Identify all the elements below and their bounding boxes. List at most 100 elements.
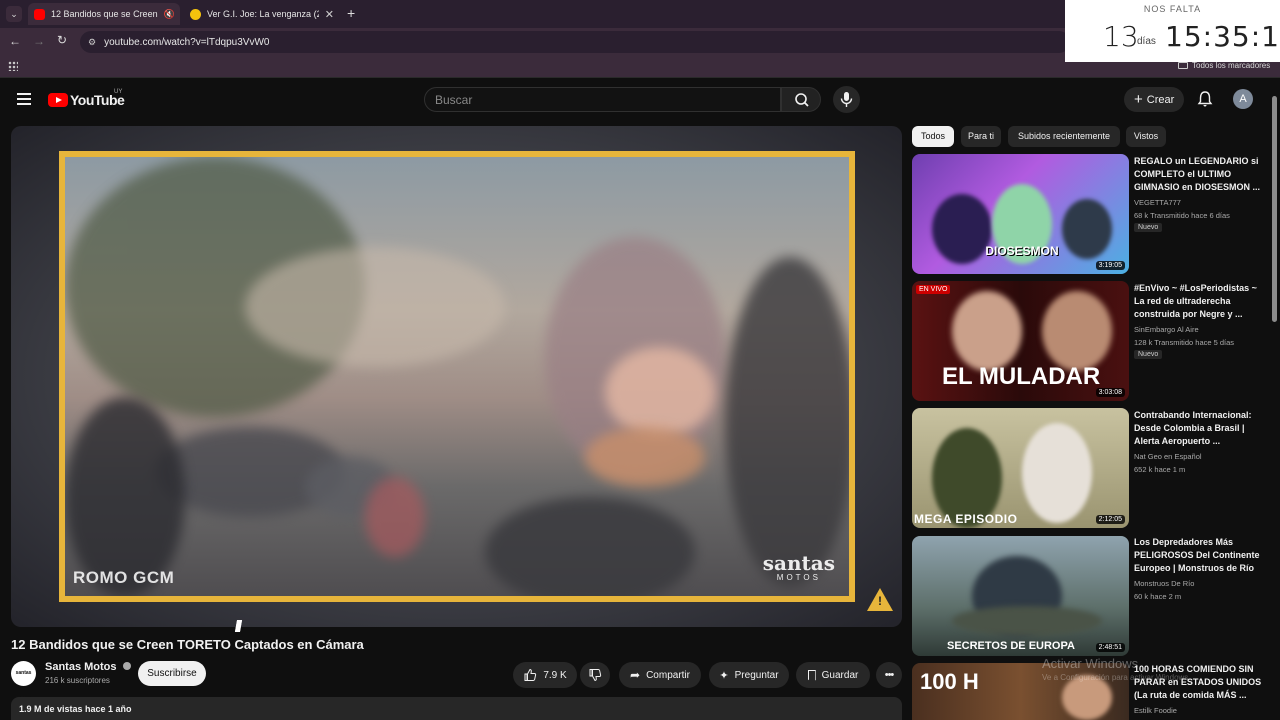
bell-icon xyxy=(1197,91,1213,107)
apps-grid-icon[interactable] xyxy=(8,61,18,71)
recommendation-meta: 60 k hace 2 m xyxy=(1134,592,1182,601)
recommendation-thumbnail[interactable]: DIOSESMON 3:19:05 xyxy=(912,154,1129,274)
more-icon: ••• xyxy=(884,669,895,681)
thumbnail-caption: SECRETOS DE EUROPA xyxy=(947,640,1075,652)
recommendation-thumbnail[interactable]: 100 H xyxy=(912,663,1129,720)
countdown-widget: NOS FALTA 13 días 15:35:18 xyxy=(1065,0,1280,62)
account-avatar[interactable]: A xyxy=(1233,89,1253,109)
close-tab-icon[interactable]: ✕ xyxy=(325,8,334,21)
video-frame: ROMO GCM santas MOTOS xyxy=(59,151,855,602)
recommendation-title[interactable]: 100 HORAS COMIENDO SIN PARAR en ESTADOS … xyxy=(1134,663,1269,702)
forward-icon[interactable]: → xyxy=(33,34,45,48)
save-button[interactable]: Guardar xyxy=(796,662,870,688)
recommendation-title[interactable]: REGALO un LEGENDARIO si COMPLETO el ULTI… xyxy=(1134,155,1269,194)
folder-icon xyxy=(1178,62,1188,69)
subscriber-count: 216 k suscriptores xyxy=(45,676,110,685)
description-box[interactable]: 1.9 M de vistas hace 1 año xyxy=(11,697,902,720)
save-label: Guardar xyxy=(821,669,859,681)
recommendation-meta: 128 k Transmitido hace 5 días xyxy=(1134,338,1235,347)
recommendation-thumbnail[interactable]: EN VIVO EL MULADAR 3:03:08 xyxy=(912,281,1129,401)
warning-icon: ! xyxy=(867,588,893,611)
tab-youtube[interactable]: 12 Bandidos que se Creen 🔇 ✕ xyxy=(28,3,180,25)
ask-button[interactable]: ✦ Preguntar xyxy=(709,662,789,688)
chip-recently-uploaded[interactable]: Subidos recientemente xyxy=(1008,126,1120,147)
chip-all[interactable]: Todos xyxy=(912,126,954,147)
chip-for-you[interactable]: Para ti xyxy=(961,126,1001,147)
recommendation-channel[interactable]: SinEmbargo Al Aire xyxy=(1134,323,1269,336)
create-button[interactable]: + Crear xyxy=(1124,87,1184,112)
channel-name-text: Santas Motos xyxy=(45,661,117,673)
os-activation-watermark: Activar Windows xyxy=(1042,656,1139,671)
scrollbar-thumb[interactable] xyxy=(1272,96,1277,322)
share-icon: ➦ xyxy=(630,668,641,682)
video-duration: 3:03:08 xyxy=(1095,388,1125,397)
new-badge: Nuevo xyxy=(1134,350,1163,359)
all-bookmarks[interactable]: Todos los marcadores xyxy=(1178,61,1270,70)
recommendation-title[interactable]: Los Depredadores Más PELIGROSOS Del Cont… xyxy=(1134,536,1269,575)
site-info-icon[interactable]: ⚙ xyxy=(88,37,96,48)
os-activation-hint: Ve a Configuración para activar Windows. xyxy=(1042,673,1191,682)
mouse-cursor-icon xyxy=(234,620,243,632)
recommendation-title[interactable]: Contrabando Internacional: Desde Colombi… xyxy=(1134,409,1269,448)
thumbnail-caption: 100 H xyxy=(920,669,979,694)
video-title: 12 Bandidos que se Creen TORETO Captados… xyxy=(11,637,364,652)
page-scrollbar[interactable] xyxy=(1271,82,1278,720)
search-button[interactable] xyxy=(781,87,821,112)
search-icon xyxy=(795,93,809,107)
recommendation-channel[interactable]: Monstruos De Río xyxy=(1134,577,1269,590)
reload-icon[interactable]: ↻ xyxy=(57,33,67,47)
youtube-logo-icon[interactable] xyxy=(48,93,68,107)
microphone-icon xyxy=(840,92,853,107)
recommendation-thumbnail[interactable]: SECRETOS DE EUROPA 2:48:51 xyxy=(912,536,1129,656)
tab-movie[interactable]: Ver G.I. Joe: La venganza (2013) ✕ xyxy=(184,3,340,25)
country-code: UY xyxy=(114,89,123,95)
dislike-button[interactable] xyxy=(580,662,610,688)
video-player[interactable]: ROMO GCM santas MOTOS ! xyxy=(11,126,902,627)
video-duration: 2:48:51 xyxy=(1095,643,1125,652)
verified-icon xyxy=(122,662,131,670)
new-badge: Nuevo xyxy=(1134,223,1163,232)
url-field[interactable]: ⚙ youtube.com/watch?v=lTdqpu3VvW0 xyxy=(80,31,1070,53)
ask-label: Preguntar xyxy=(734,669,779,681)
thumbs-up-icon xyxy=(524,668,537,681)
voice-search-button[interactable] xyxy=(833,86,860,113)
more-actions-button[interactable]: ••• xyxy=(876,662,902,688)
recommendation-channel[interactable]: Nat Geo en Español xyxy=(1134,450,1269,463)
live-badge: EN VIVO xyxy=(916,285,951,294)
video-watermark-left: ROMO GCM xyxy=(73,568,175,587)
like-button[interactable]: 7.9 K xyxy=(513,662,577,688)
recommendation-thumbnail[interactable]: MEGA EPISODIO 2:12:05 xyxy=(912,408,1129,528)
subscribe-button[interactable]: Suscribirse xyxy=(138,661,206,686)
notifications-button[interactable] xyxy=(1196,90,1214,108)
video-duration: 3:19:05 xyxy=(1095,261,1125,270)
chip-watched[interactable]: Vistos xyxy=(1126,126,1166,147)
countdown-days-label: días xyxy=(1137,36,1156,47)
bookmark-icon xyxy=(807,669,816,681)
thumbnail-caption: MEGA EPISODIO xyxy=(914,512,1018,526)
countdown-time: 15:35:18 xyxy=(1165,20,1280,53)
channel-avatar[interactable]: santas motos xyxy=(11,661,36,701)
video-watermark-brand: santas MOTOS xyxy=(763,553,835,582)
sparkle-icon: ✦ xyxy=(719,669,729,682)
like-count: 7.9 K xyxy=(543,669,567,681)
tab-title: Ver G.I. Joe: La venganza (2013) xyxy=(207,9,319,19)
recommendation-channel[interactable]: Estilk Foodie xyxy=(1134,704,1269,717)
recommendation-channel[interactable]: VEGETTA777 xyxy=(1134,196,1269,209)
recommendation-title[interactable]: #EnVivo ~ #LosPeriodistas ~ La red de ul… xyxy=(1134,282,1269,321)
back-icon[interactable]: ← xyxy=(9,34,21,48)
mute-icon[interactable]: 🔇 xyxy=(164,9,175,20)
brand-name: santas xyxy=(762,551,835,575)
tab-list-button[interactable]: ⌄ xyxy=(6,6,22,22)
tab-title: 12 Bandidos que se Creen xyxy=(51,9,158,19)
share-button[interactable]: ➦ Compartir xyxy=(619,662,701,688)
menu-icon[interactable] xyxy=(17,93,31,105)
new-tab-button[interactable]: + xyxy=(347,5,355,21)
share-label: Compartir xyxy=(646,669,690,681)
search-input[interactable]: Buscar xyxy=(424,87,781,112)
recommendation-meta: 652 k hace 1 m xyxy=(1134,465,1186,474)
countdown-days: 13 xyxy=(1103,20,1139,53)
channel-name[interactable]: Santas Motos xyxy=(45,661,131,673)
thumbnail-caption: EL MULADAR xyxy=(942,363,1101,390)
plus-icon: + xyxy=(1134,90,1143,108)
thumbnail-caption: DIOSESMON xyxy=(985,244,1059,258)
